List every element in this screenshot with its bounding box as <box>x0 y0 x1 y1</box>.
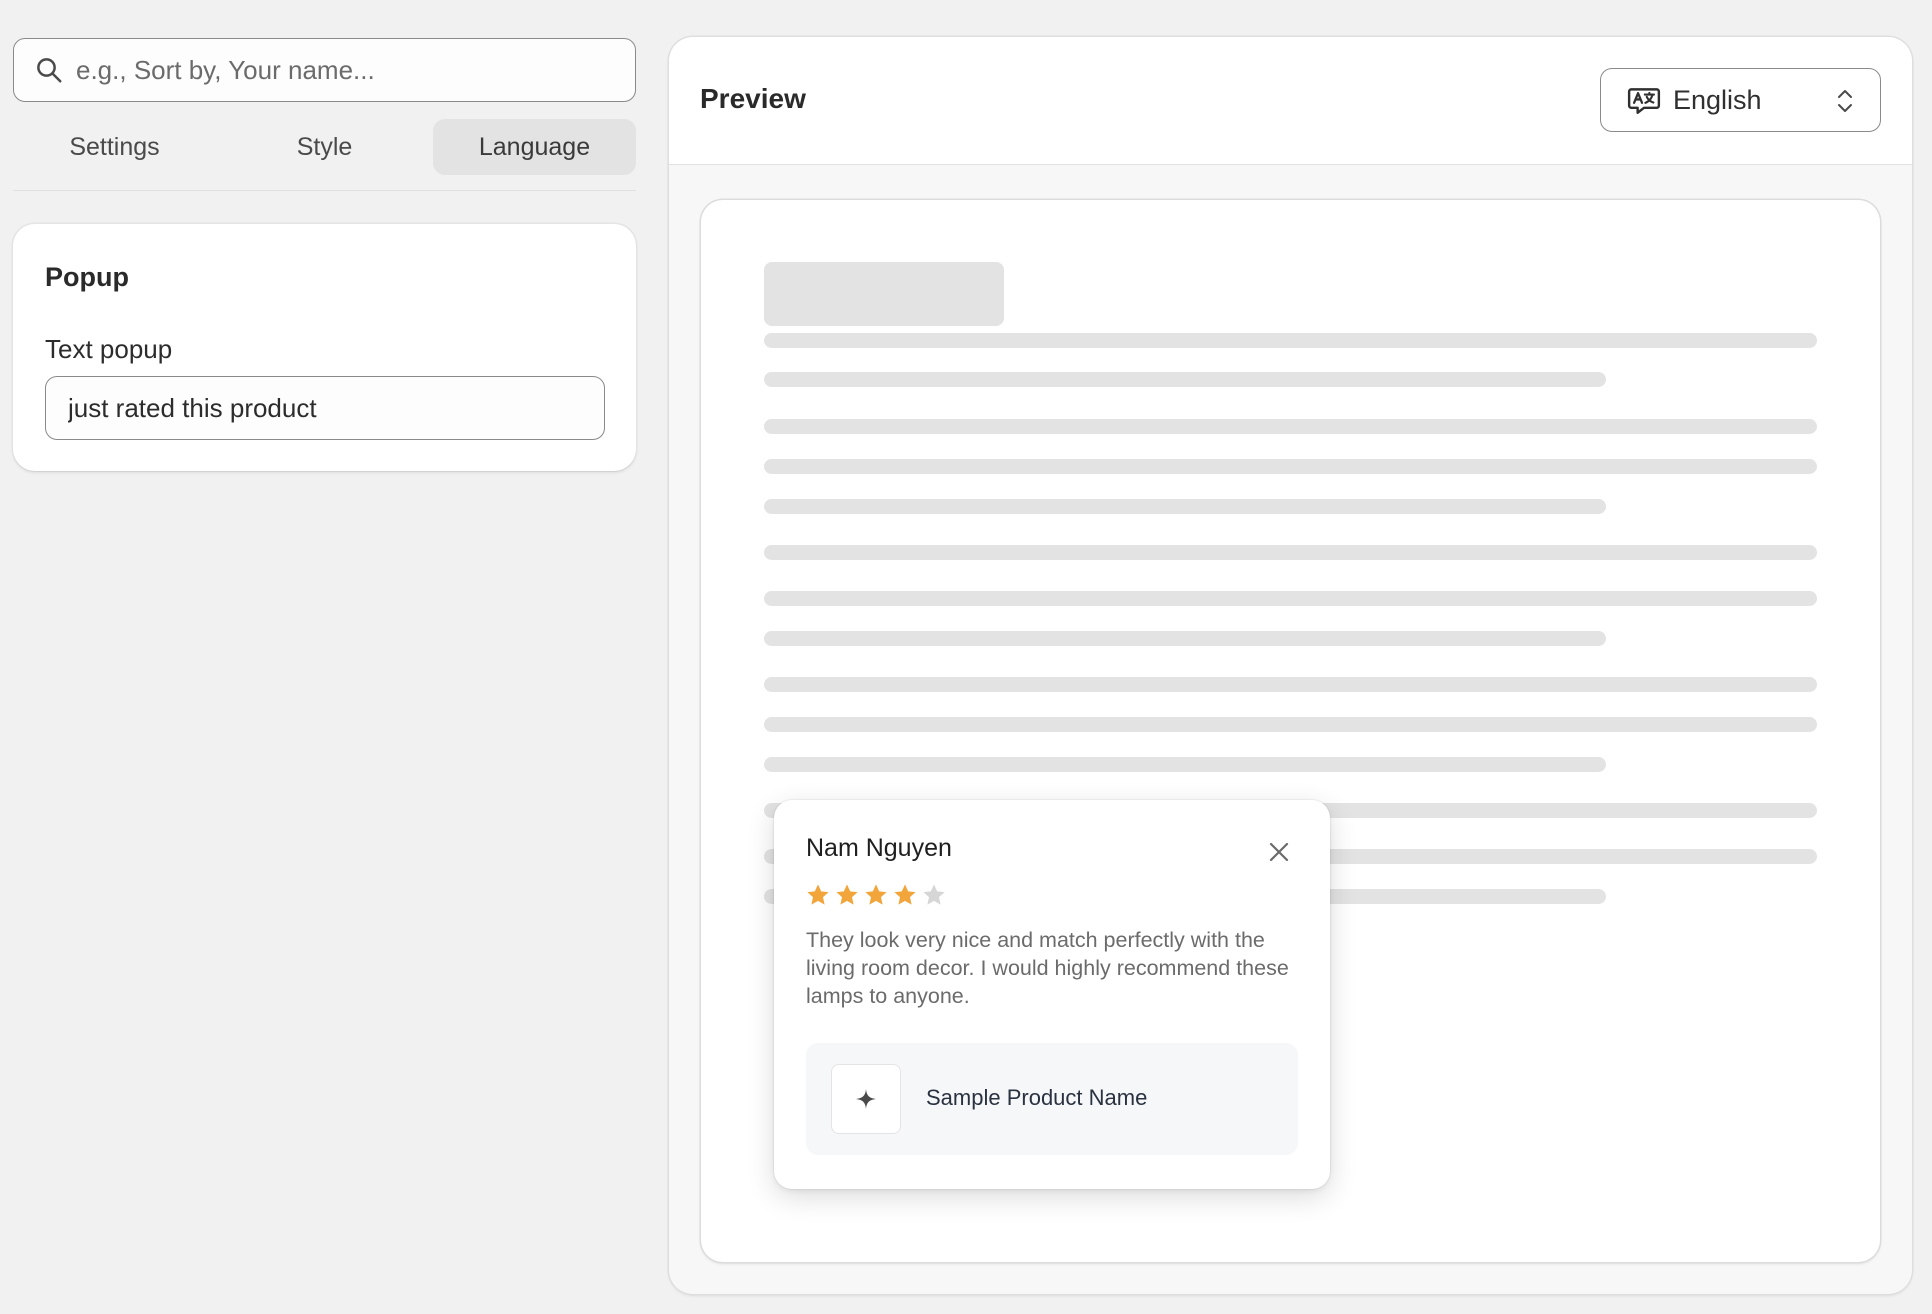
tab-style[interactable]: Style <box>223 119 426 175</box>
star-rating <box>805 882 947 908</box>
star-filled-icon <box>807 884 829 905</box>
product-name: Sample Product Name <box>926 1085 1148 1110</box>
skeleton-line <box>764 459 1817 474</box>
close-icon <box>1269 842 1289 862</box>
search-input[interactable] <box>76 54 616 86</box>
product-thumbnail <box>831 1064 901 1134</box>
skeleton-line <box>764 591 1817 606</box>
preview-title: Preview <box>700 83 806 114</box>
tab-language[interactable]: Language <box>433 119 636 175</box>
section-title: Popup <box>45 262 129 292</box>
skeleton-line <box>764 333 1817 348</box>
popup-settings-card: Popup Text popup <box>13 224 636 471</box>
skeleton-line <box>764 499 1606 514</box>
app-root: Settings Style Language Popup Text popup… <box>0 0 1932 1314</box>
language-select[interactable]: English <box>1600 68 1881 132</box>
text-popup-label: Text popup <box>45 334 173 364</box>
skeleton-line <box>764 419 1817 434</box>
review-text: They look very nice and match perfectly … <box>806 928 1289 1008</box>
skeleton-heading <box>764 262 1004 326</box>
star-filled-icon <box>836 884 858 905</box>
skeleton-line <box>764 631 1606 646</box>
search-box[interactable] <box>13 38 636 102</box>
skeleton-line <box>764 757 1606 772</box>
skeleton-line <box>764 677 1817 692</box>
skeleton-line <box>764 717 1817 732</box>
search-icon <box>37 58 62 83</box>
star-empty-icon <box>923 884 945 905</box>
tab-bar: Settings Style Language <box>13 119 636 191</box>
review-popup: Nam Nguyen They look very nice and match… <box>774 800 1330 1189</box>
product-card[interactable]: Sample Product Name <box>806 1043 1298 1155</box>
close-button[interactable] <box>1264 837 1294 867</box>
skeleton-line <box>764 372 1606 387</box>
translate-icon <box>1627 88 1661 114</box>
star-filled-icon <box>865 884 887 905</box>
text-popup-input[interactable] <box>68 392 568 424</box>
language-select-value: English <box>1673 84 1762 115</box>
reviewer-name: Nam Nguyen <box>806 834 952 862</box>
text-popup-field[interactable] <box>45 376 605 440</box>
tab-settings[interactable]: Settings <box>13 119 216 175</box>
preview-header: Preview English <box>669 37 1912 165</box>
skeleton-line <box>764 545 1817 560</box>
select-chevron-icon <box>1838 90 1852 112</box>
star-filled-icon <box>894 884 916 905</box>
sparkle-icon <box>856 1089 876 1109</box>
